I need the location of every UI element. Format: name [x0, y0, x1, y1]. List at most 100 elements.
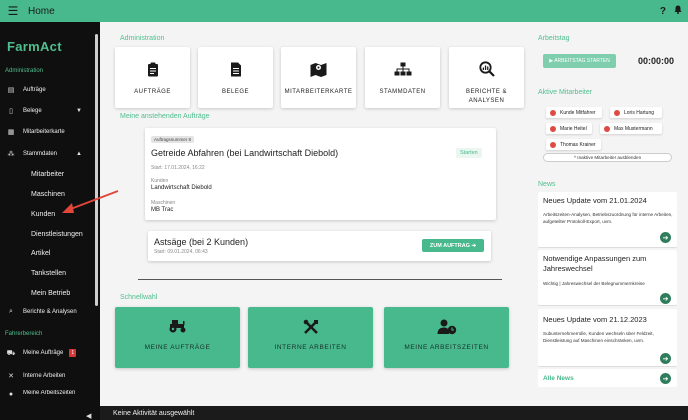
quick-tile-label: INTERNE ARBEITEN	[274, 344, 347, 351]
sidebar-item-mitarbeiter[interactable]: Mitarbeiter	[0, 167, 96, 181]
order-card[interactable]: Auftragsnummer 8 Getreide Abfahren (bei …	[145, 128, 496, 220]
employee-name: Kunde Mitfahrer	[560, 109, 596, 116]
hide-inactive-button[interactable]: ^ Inaktive Mitarbeiter ausblenden	[543, 153, 672, 162]
quick-tile-label: MEINE AUFTRÄGE	[144, 344, 211, 351]
tools-icon: ✕	[8, 373, 14, 380]
machine-value: MB Trac	[151, 207, 174, 213]
section-title-orders: Meine anstehenden Aufträge	[120, 113, 210, 120]
hierarchy-icon	[365, 61, 440, 77]
status-dot	[550, 125, 556, 132]
status-bar: Keine Aktivität ausgewählt	[100, 406, 688, 420]
employee-chip[interactable]: Loris Hartung	[610, 107, 662, 118]
news-item[interactable]: Neues Update vom 21.12.2023 Subunternehm…	[538, 309, 677, 367]
news-item[interactable]: Neues Update vom 21.01.2024 Arbeitszeite…	[538, 192, 677, 248]
top-app-bar: ☰ Home ?	[0, 0, 688, 22]
news-text: Subunternehmerrolle, Kunden wechseln übe…	[543, 331, 654, 343]
help-icon[interactable]: ?	[660, 6, 666, 17]
map-icon	[281, 61, 356, 77]
section-title-news: News	[538, 181, 556, 188]
count-badge: 1	[69, 349, 77, 357]
employee-name: Thomas Krainer	[560, 141, 596, 148]
order-card[interactable]: Astsäge (bei 2 Kunden) Start: 09.01.2024…	[148, 231, 491, 261]
sidebar-scrollbar[interactable]	[95, 34, 98, 306]
chevron-up-icon: ▲	[76, 151, 82, 157]
employee-chip[interactable]: Thomas Krainer	[546, 139, 601, 150]
app-logo: FarmAct	[7, 39, 62, 54]
sidebar-item-label: Aufträge	[23, 87, 46, 93]
tile-stammdaten[interactable]: STAMMDATEN	[365, 47, 440, 108]
quick-tile-interne-arbeiten[interactable]: INTERNE ARBEITEN	[248, 307, 373, 368]
hamburger-menu-icon[interactable]: ☰	[2, 0, 24, 22]
sidebar-item-mitarbeiterkarte[interactable]: ▦ Mitarbeiterkarte	[0, 125, 96, 139]
employee-chip[interactable]: Kunde Mitfahrer	[546, 107, 602, 118]
status-text: Keine Aktivität ausgewählt	[113, 409, 195, 417]
news-title: Neues Update vom 21.01.2024	[543, 196, 647, 205]
all-news-link[interactable]: Alle News	[543, 375, 574, 382]
order-title: Astsäge (bei 2 Kunden)	[154, 237, 249, 247]
sidebar-item-stammdaten[interactable]: ⁂ Stammdaten ▲	[0, 147, 96, 161]
start-workday-button[interactable]: ▶ ARBEITSTAG STARTEN	[543, 54, 616, 68]
sidebar-item-meine-auftraege[interactable]: ⛟ Meine Aufträge 1	[0, 346, 96, 360]
collapse-sidebar-icon[interactable]: ◀	[86, 412, 91, 420]
arrow-right-icon[interactable]: ➔	[660, 353, 671, 364]
hierarchy-icon: ⁂	[7, 151, 15, 158]
sidebar-item-label: Belege	[23, 108, 42, 114]
employee-chip[interactable]: Marie Heitel	[546, 123, 592, 134]
sidebar-item-meine-arbeitszeiten[interactable]: ● Meine Arbeitszeiten	[0, 390, 96, 400]
quick-tile-label: MEINE ARBEITSZEITEN	[404, 344, 489, 351]
tile-auftraege[interactable]: AUFTRÄGE	[115, 47, 190, 108]
all-news-row[interactable]: Alle News ➔	[538, 369, 677, 387]
sidebar-item-berichte[interactable]: ⌕ Berichte & Analysen	[0, 305, 96, 319]
map-icon: ▦	[7, 129, 15, 136]
chevron-down-icon: ▼	[76, 108, 82, 114]
arrow-right-icon[interactable]: ➔	[660, 373, 671, 384]
sidebar-item-label: Berichte & Analysen	[23, 309, 77, 315]
clipboard-icon: ▤	[7, 87, 15, 94]
news-title: Notwendige Anpassungen zum Jahreswechsel	[543, 254, 647, 273]
sidebar-item-tankstellen[interactable]: Tankstellen	[0, 266, 96, 280]
customer-label: Kunden	[151, 178, 169, 184]
news-title: Neues Update vom 21.12.2023	[543, 315, 647, 324]
section-administration: Administration	[5, 68, 44, 74]
section-fahrerbereich: Fahrerbereich	[5, 331, 43, 337]
sidebar-item-label: Mitarbeiter	[31, 170, 65, 178]
status-dot	[550, 109, 556, 116]
status-dot	[614, 109, 620, 116]
tile-belege[interactable]: BELEGE	[198, 47, 273, 108]
employee-chip[interactable]: Max Mustermann	[600, 123, 662, 134]
sidebar-item-interne-arbeiten[interactable]: ✕ Interne Arbeiten	[0, 369, 96, 383]
tile-berichte-analysen[interactable]: BERICHTE & ANALYSEN	[449, 47, 524, 108]
sidebar-item-label: Kunden	[31, 210, 56, 218]
machine-label: Maschinen	[151, 200, 176, 206]
to-order-button[interactable]: ZUM AUFTRAG ➔	[422, 239, 484, 252]
sidebar-item-mein-betrieb[interactable]: Mein Betrieb	[0, 286, 96, 300]
search-chart-icon: ⌕	[9, 308, 13, 315]
news-item[interactable]: Notwendige Anpassungen zum Jahreswechsel…	[538, 250, 677, 306]
quick-tile-meine-auftraege[interactable]: MEINE AUFTRÄGE	[115, 307, 240, 368]
quick-tile-meine-arbeitszeiten[interactable]: MEINE ARBEITSZEITEN	[384, 307, 509, 368]
sidebar-item-artikel[interactable]: Artikel	[0, 246, 96, 260]
tile-mitarbeiterkarte[interactable]: MITARBEITERKARTE	[281, 47, 356, 108]
divider	[138, 279, 502, 280]
tractor-icon: ⛟	[6, 349, 16, 357]
status-dot	[550, 141, 556, 148]
sidebar-item-belege[interactable]: ▯ Belege ▼	[0, 104, 96, 118]
sidebar: FarmAct Administration ▤ Aufträge ▯ Bele…	[0, 22, 100, 420]
sidebar-item-label: Mein Betrieb	[31, 289, 71, 297]
notification-bell-icon[interactable]	[674, 5, 682, 17]
user-clock-icon: ●	[8, 390, 14, 398]
sidebar-item-auftraege[interactable]: ▤ Aufträge	[0, 83, 96, 97]
user-clock-icon	[384, 319, 509, 335]
sidebar-item-dienstleistungen[interactable]: Dienstleistungen	[0, 227, 96, 241]
order-start: Start: 09.01.2024, 06:43	[154, 249, 208, 255]
arrow-right-icon[interactable]: ➔	[660, 232, 671, 243]
start-status-button[interactable]: Starten	[456, 148, 482, 158]
sidebar-item-label: Tankstellen	[31, 269, 67, 277]
sidebar-item-label: Meine Aufträge	[23, 350, 64, 356]
page-title: Home	[28, 5, 55, 17]
order-title: Getreide Abfahren (bei Landwirtschaft Di…	[151, 148, 339, 158]
arrow-right-icon[interactable]: ➔	[660, 293, 671, 304]
sidebar-item-label: Interne Arbeiten	[23, 373, 66, 379]
section-title-workday: Arbeitstag	[538, 35, 570, 42]
news-text: Wichtig | Jahreswechsel der Belegnummern…	[543, 281, 645, 286]
